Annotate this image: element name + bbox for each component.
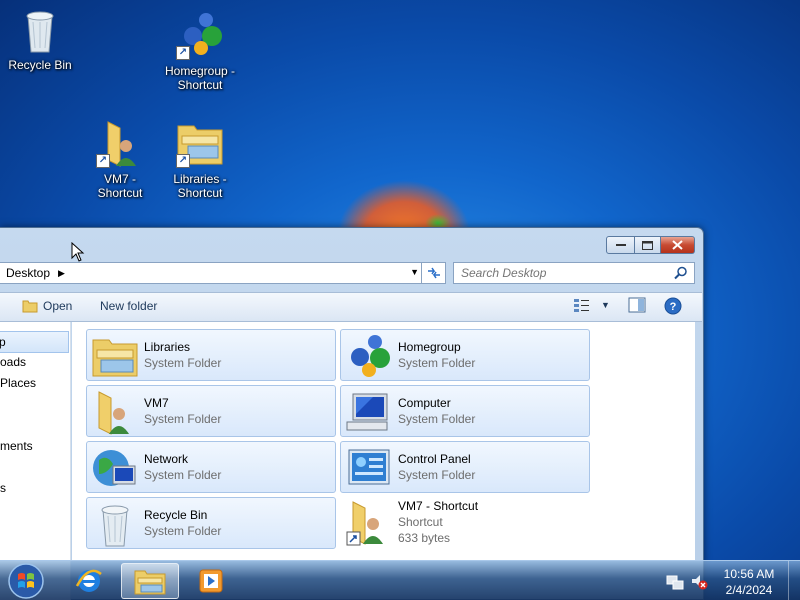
item-network[interactable]: Network System Folder [86, 441, 336, 493]
system-clock[interactable]: 10:56 AM 2/4/2024 [716, 566, 782, 598]
network-tray-icon[interactable] [666, 572, 684, 590]
item-name: Computer [398, 396, 451, 410]
taskbar-media-player[interactable] [182, 563, 240, 599]
desktop-icon-label: VM7 - Shortcut [97, 172, 143, 200]
windows-explorer-icon [134, 570, 166, 595]
clock-date: 2/4/2024 [725, 583, 773, 597]
refresh-icon [427, 267, 440, 279]
nav-item-documents[interactable]: ments [0, 439, 33, 453]
search-box[interactable] [453, 262, 695, 284]
shortcut-arrow-icon: ↗ [176, 154, 190, 168]
item-type: System Folder [144, 356, 222, 370]
volume-muted-icon[interactable] [690, 572, 708, 590]
item-libraries[interactable]: Libraries System Folder [86, 329, 336, 381]
new-folder-label: New folder [100, 299, 158, 313]
user-folder-icon [98, 391, 129, 435]
item-name: Recycle Bin [144, 508, 208, 522]
search-icon[interactable] [674, 266, 688, 280]
item-size: 633 bytes [398, 531, 451, 545]
computer-icon [346, 393, 388, 431]
item-type: System Folder [144, 412, 222, 426]
explorer-window: Desktop ▶ ▼ Open New folder [0, 227, 704, 600]
media-player-icon [199, 569, 223, 593]
internet-explorer-icon [75, 569, 102, 592]
desktop-icon-libraries-shortcut[interactable]: ↗ Libraries - Shortcut [155, 120, 245, 200]
refresh-button[interactable] [421, 263, 445, 283]
item-name: Control Panel [398, 452, 471, 466]
recycle-bin-icon [16, 6, 64, 54]
nav-item-pictures[interactable]: s [0, 481, 6, 495]
start-button[interactable] [6, 562, 46, 600]
change-view-button[interactable]: ▼ [573, 297, 610, 313]
clock-time: 10:56 AM [723, 567, 775, 581]
file-list: Libraries System Folder Homegroup System… [72, 322, 695, 561]
command-bar: Open New folder ▼ ? [0, 292, 702, 322]
nav-item-downloads[interactable]: oads [0, 355, 26, 369]
nav-item-desktop[interactable]: p [0, 331, 69, 353]
item-computer[interactable]: Computer System Folder [340, 385, 590, 437]
search-input[interactable] [461, 266, 661, 280]
item-recycle-bin[interactable]: Recycle Bin System Folder [86, 497, 336, 549]
item-type: System Folder [398, 412, 476, 426]
view-dropdown-icon[interactable]: ▼ [601, 300, 610, 310]
item-type: System Folder [398, 468, 476, 482]
mouse-cursor-icon [71, 242, 85, 262]
caption-buttons [606, 236, 695, 254]
address-bar[interactable]: Desktop ▶ ▼ [0, 262, 446, 284]
item-type: System Folder [398, 356, 476, 370]
desktop-icon-recycle-bin[interactable]: Recycle Bin [0, 6, 85, 72]
breadcrumb-desktop[interactable]: Desktop [6, 266, 50, 280]
maximize-button[interactable] [635, 236, 661, 254]
item-vm7[interactable]: VM7 System Folder [86, 385, 336, 437]
taskbar-windows-explorer[interactable] [121, 563, 179, 599]
new-folder-button[interactable]: New folder [100, 299, 157, 313]
item-name: VM7 [144, 396, 169, 410]
breadcrumb-arrow-icon[interactable]: ▶ [58, 268, 65, 279]
item-name: Network [144, 452, 189, 466]
show-desktop-button[interactable] [788, 561, 800, 600]
item-homegroup[interactable]: Homegroup System Folder [340, 329, 590, 381]
recycle-bin-icon [101, 505, 129, 547]
open-folder-icon [22, 300, 38, 313]
libraries-icon: ↗ [176, 120, 224, 168]
desktop-icon-label: Recycle Bin [8, 58, 72, 72]
item-name: VM7 - Shortcut [398, 499, 479, 513]
taskbar-internet-explorer[interactable] [60, 563, 118, 599]
address-dropdown-icon[interactable]: ▼ [410, 267, 419, 277]
taskbar: 10:56 AM 2/4/2024 [0, 560, 800, 600]
shortcut-arrow-icon: ↗ [176, 46, 190, 60]
open-label: Open [43, 299, 73, 313]
libraries-icon [92, 339, 138, 377]
control-panel-icon [348, 449, 390, 485]
item-type: System Folder [144, 468, 222, 482]
windows-logo-icon [8, 563, 44, 599]
help-icon: ? [664, 297, 682, 315]
view-options-icon [574, 299, 589, 312]
shortcut-arrow-icon: ↗ [96, 154, 110, 168]
network-icon [93, 450, 136, 486]
desktop-icon-vm7-shortcut[interactable]: ↗ VM7 - Shortcut [75, 120, 165, 200]
nav-item-recent-places[interactable]: Places [0, 376, 36, 390]
help-button[interactable]: ? [664, 297, 682, 315]
item-name: Libraries [144, 340, 191, 354]
item-name: Homegroup [398, 340, 461, 354]
desktop-icon-label: Homegroup - Shortcut [164, 64, 236, 92]
minimize-button[interactable] [606, 236, 635, 254]
preview-pane-button[interactable] [628, 297, 646, 313]
preview-pane-icon [628, 297, 646, 313]
homegroup-icon: ↗ [176, 12, 224, 60]
desktop-icon-label: Libraries - Shortcut [173, 172, 227, 200]
open-button[interactable]: Open [22, 299, 72, 313]
user-folder-icon: ↗ [96, 120, 144, 168]
close-button[interactable] [661, 236, 695, 254]
desktop-icon-homegroup-shortcut[interactable]: ↗ Homegroup - Shortcut [155, 12, 245, 92]
homegroup-icon [351, 335, 390, 377]
navigation-pane: p oads Places ments s [0, 322, 71, 600]
item-type: Shortcut [398, 515, 443, 529]
svg-text:?: ? [670, 301, 677, 313]
user-folder-shortcut-icon [346, 501, 383, 546]
item-control-panel[interactable]: Control Panel System Folder [340, 441, 590, 493]
item-type: System Folder [144, 524, 222, 538]
item-vm7-shortcut[interactable]: VM7 - Shortcut Shortcut 633 bytes [340, 492, 590, 554]
